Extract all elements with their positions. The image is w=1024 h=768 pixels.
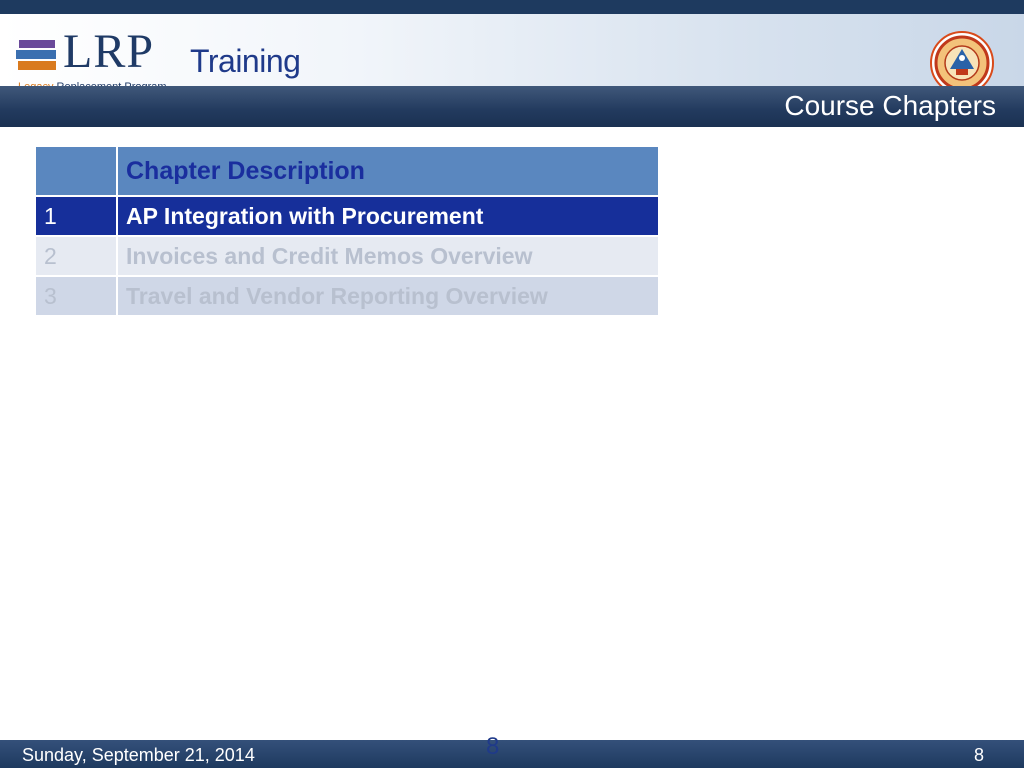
page-title: Course Chapters: [784, 90, 996, 121]
slide-center-number: 8: [486, 733, 500, 760]
footer-page-number: 8: [973, 745, 984, 765]
chapter-number: 3: [34, 275, 118, 317]
books-logo-icon: [16, 40, 56, 70]
chapter-row-2[interactable]: 2 Invoices and Credit Memos Overview: [34, 235, 660, 277]
chapter-number: 2: [34, 235, 118, 277]
chapter-row-1[interactable]: 1 AP Integration with Procurement: [34, 195, 660, 237]
column-header-description: Chapter Description: [116, 145, 660, 197]
logo-text: LRP: [63, 25, 155, 78]
app-title: Training: [190, 43, 301, 79]
chapter-number: 1: [34, 195, 118, 237]
title-bar: Course Chapters: [0, 86, 1024, 127]
chapter-row-3[interactable]: 3 Travel and Vendor Reporting Overview: [34, 275, 660, 317]
chapter-description: AP Integration with Procurement: [116, 195, 660, 237]
footer-bar: Sunday, September 21, 2014 8: [0, 740, 1024, 768]
top-strip: [0, 0, 1024, 14]
table-header-row: Chapter Description: [34, 145, 660, 197]
column-header-number: [34, 145, 118, 197]
chapter-description: Travel and Vendor Reporting Overview: [116, 275, 660, 317]
footer-date: Sunday, September 21, 2014: [22, 745, 255, 765]
header-band: LRP Legacy Replacement Program Training: [0, 14, 1024, 95]
chapter-description: Invoices and Credit Memos Overview: [116, 235, 660, 277]
chapters-table: Chapter Description 1 AP Integration wit…: [34, 145, 660, 317]
